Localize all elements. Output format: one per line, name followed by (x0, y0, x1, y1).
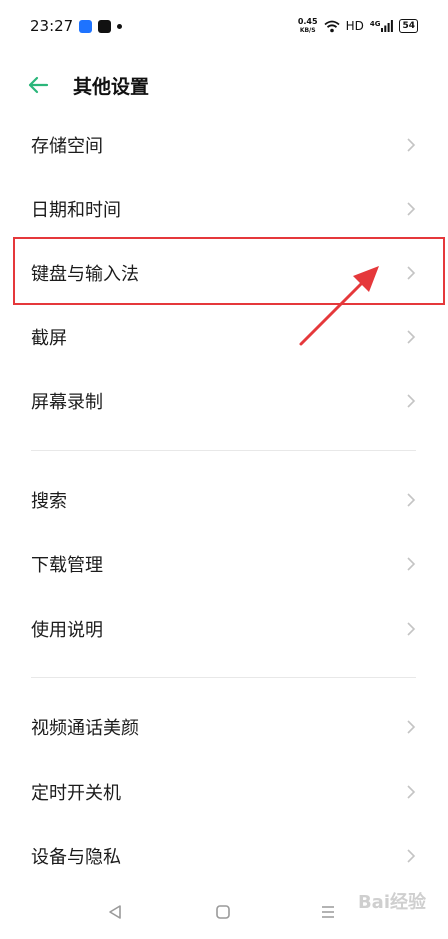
settings-item-label: 定时开关机 (31, 783, 121, 804)
chevron-right-icon (407, 138, 416, 152)
chevron-right-icon (407, 202, 416, 216)
nav-home-icon[interactable] (215, 904, 231, 920)
annotation-arrow-icon (299, 266, 379, 346)
settings-item-label: 搜索 (31, 491, 67, 512)
status-left: 23:27 (30, 17, 123, 35)
tiktok-icon (98, 19, 112, 33)
settings-item-label: 使用说明 (31, 620, 103, 641)
section-divider (31, 677, 416, 678)
settings-item-schedule-power[interactable]: 定时开关机 (0, 760, 448, 824)
signal-label: 4G (369, 20, 381, 28)
watermark: Bai经验 (357, 892, 426, 913)
signal-indicator: 4G (370, 20, 394, 32)
chevron-right-icon (407, 720, 416, 734)
chevron-right-icon (407, 330, 416, 344)
nav-back-icon[interactable] (107, 904, 123, 920)
status-bar: 23:27 0.45 KB/S HD 4G 54 (0, 0, 448, 52)
settings-item-video-beauty[interactable]: 视频通话美颜 (0, 695, 448, 759)
chevron-right-icon (407, 394, 416, 408)
battery-indicator: 54 (399, 19, 418, 33)
status-time: 23:27 (30, 17, 74, 35)
settings-item-storage[interactable]: 存储空间 (0, 113, 448, 177)
status-right: 0.45 KB/S HD 4G 54 (297, 16, 418, 35)
settings-item-search[interactable]: 搜索 (0, 468, 448, 532)
net-speed-unit: KB/S (299, 26, 316, 34)
settings-item-label: 存储空间 (31, 136, 103, 157)
back-arrow-icon[interactable] (27, 74, 49, 96)
page-title: 其他设置 (73, 76, 150, 98)
chevron-right-icon (407, 785, 416, 799)
settings-item-label: 日期和时间 (31, 200, 121, 221)
settings-item-label: 下载管理 (31, 555, 103, 576)
more-notifications-icon (117, 23, 123, 29)
net-speed: 0.45 KB/S (297, 16, 318, 35)
notification-app-icon (79, 19, 93, 33)
chevron-right-icon (407, 557, 416, 571)
signal-icon (381, 20, 394, 32)
settings-item-label: 设备与隐私 (31, 847, 121, 868)
settings-item-download[interactable]: 下载管理 (0, 532, 448, 596)
section-divider (31, 450, 416, 451)
settings-item-device-privacy[interactable]: 设备与隐私 (0, 824, 448, 888)
chevron-right-icon (407, 849, 416, 863)
chevron-right-icon (407, 622, 416, 636)
settings-item-label: 截屏 (31, 328, 67, 349)
hd-label: HD (345, 19, 364, 33)
settings-item-label: 视频通话美颜 (31, 718, 139, 739)
settings-item-manual[interactable]: 使用说明 (0, 597, 448, 661)
nav-menu-icon[interactable] (320, 904, 336, 920)
chevron-right-icon (407, 493, 416, 507)
wifi-icon (323, 20, 340, 32)
settings-item-label: 屏幕录制 (31, 392, 103, 413)
header: 其他设置 (0, 62, 448, 108)
settings-item-datetime[interactable]: 日期和时间 (0, 177, 448, 241)
net-speed-value: 0.45 (297, 16, 318, 26)
settings-item-screen-record[interactable]: 屏幕录制 (0, 369, 448, 433)
